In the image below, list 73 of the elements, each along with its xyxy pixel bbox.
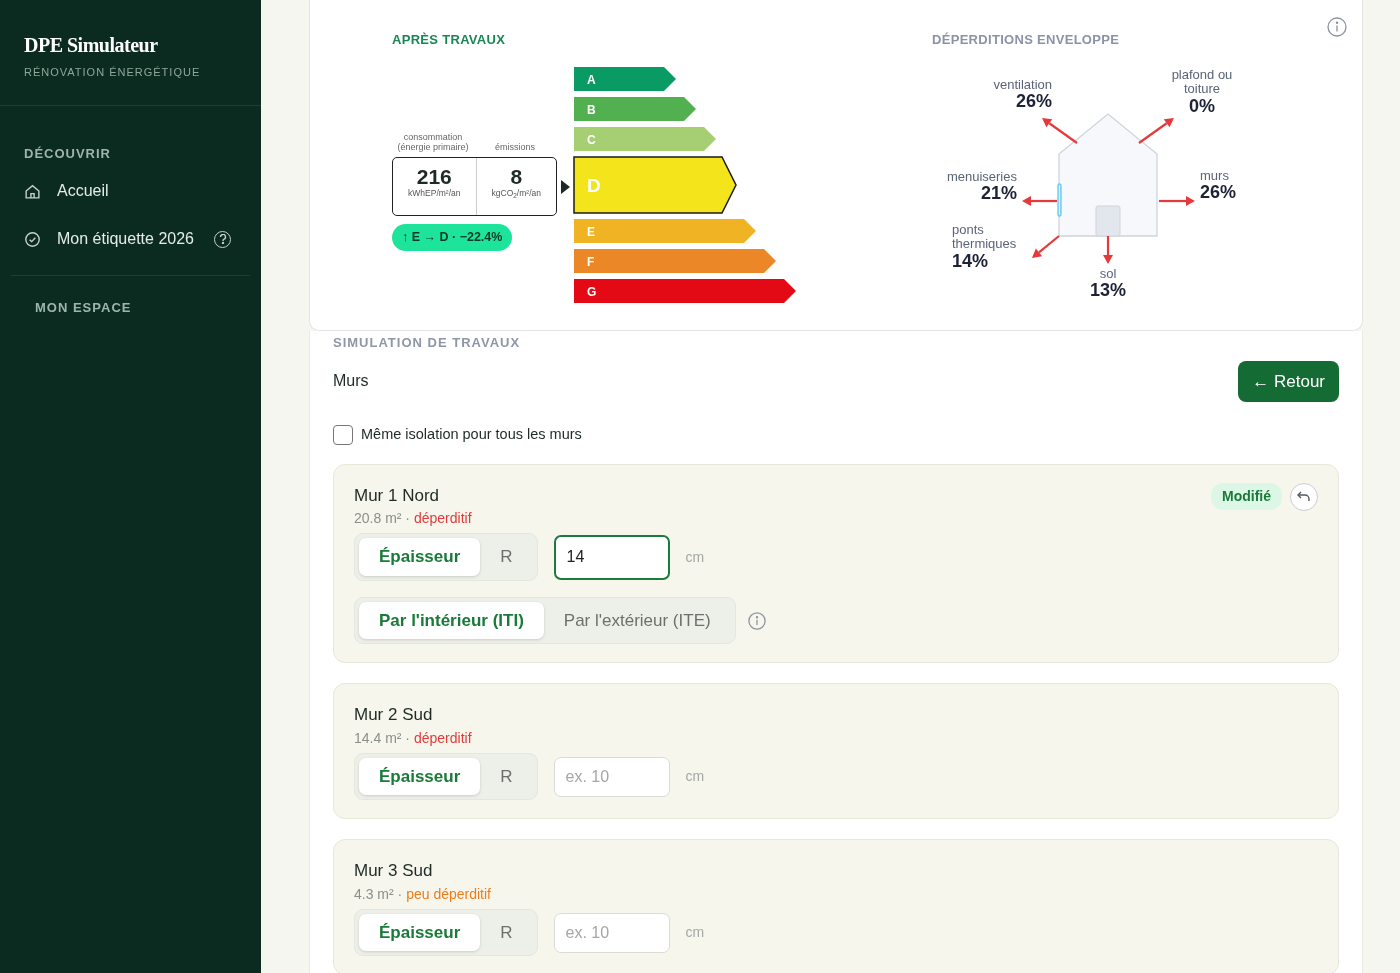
loss-percentage: 26% [1200, 183, 1237, 202]
metric-value: 8 [509, 166, 524, 188]
loss-label: sol [1098, 266, 1118, 282]
loss-arrow [1032, 234, 1060, 258]
loss-label: ponts thermiques [952, 222, 1018, 253]
section-heading: MON ESPACE [35, 299, 133, 317]
wall-details: 4.3 m² · peu déperditif [354, 884, 491, 904]
energy-class-bar: C [573, 125, 718, 152]
loss-percentage: 21% [979, 184, 1017, 203]
loss-percentage: 13% [1089, 281, 1127, 300]
back-button[interactable]: ← Retour [1238, 360, 1339, 402]
checkbox[interactable] [333, 424, 353, 445]
energy-class-bar: B [573, 95, 698, 122]
pointer-icon [561, 179, 570, 194]
unit-label: cm [685, 547, 705, 567]
change-badge: ↑ E → D · −22.4% [392, 224, 513, 251]
tagline: RÉNOVATION ÉNERGÉTIQUE [24, 65, 202, 80]
home-icon [24, 182, 41, 200]
energy-class-bar: G [573, 277, 798, 304]
section-heading: APRÈS TRAVAUX [392, 31, 507, 49]
brand-logo: DPE Simulateur [24, 33, 159, 58]
loss-label: ventilation [993, 77, 1052, 93]
wall-details: 14.4 m² · déperditif [354, 728, 472, 748]
thickness-field[interactable]: ex. 10 [553, 912, 670, 953]
unit-label: cm [685, 767, 705, 786]
energy-class-bar: D [573, 155, 738, 214]
thickness-field[interactable]: ex. 10 [553, 756, 670, 797]
section-heading: SIMULATION DE TRAVAUX [333, 334, 522, 352]
checkbox-label: Même isolation pour tous les murs [361, 425, 582, 444]
loss-label: murs [1200, 168, 1230, 184]
metric-unit: kWhEP/m²/an [407, 187, 462, 200]
section-heading: DÉCOUVRIR [24, 144, 112, 163]
undo-icon [1297, 490, 1311, 503]
wall-name: Mur 2 Sud [354, 704, 434, 727]
energy-class-bar: F [573, 247, 778, 274]
loss-label: menuiseries [946, 169, 1017, 185]
metric-label: consommation (énergie primaire) [396, 131, 470, 154]
mode-tab[interactable]: R [480, 538, 533, 576]
check-circle-icon [24, 230, 41, 248]
info-icon[interactable] [747, 611, 766, 630]
info-icon[interactable] [1327, 17, 1347, 37]
unit-label: cm [685, 923, 705, 942]
placement-tab[interactable]: Par l'intérieur (ITI) [359, 601, 544, 640]
loss-percentage: 0% [1188, 97, 1216, 116]
thickness-field[interactable]: 14 [553, 534, 670, 580]
mode-tab[interactable]: R [480, 757, 533, 796]
metric-value: 216 [415, 166, 453, 188]
wall-name: Mur 1 Nord [354, 484, 441, 507]
energy-class-bar: E [573, 217, 758, 244]
placement-tab[interactable]: Par l'extérieur (ITE) [543, 601, 731, 640]
metric-label: émissions [494, 142, 536, 154]
mode-tab[interactable]: Épaisseur [359, 757, 481, 796]
energy-class-bar: A [573, 65, 678, 92]
loss-label: plafond ou toiture [1170, 67, 1234, 98]
loss-percentage: 26% [1014, 92, 1052, 111]
loss-arrow [1042, 117, 1078, 144]
section-heading: DÉPERDITIONS ENVELOPPE [932, 31, 1121, 49]
loss-arrow [1159, 195, 1195, 206]
mode-tab[interactable]: R [480, 913, 533, 952]
undo-button[interactable] [1290, 482, 1318, 511]
loss-percentage: 14% [952, 252, 990, 271]
mode-tab[interactable]: Épaisseur [359, 913, 481, 952]
wall-name: Mur 3 Sud [354, 860, 434, 883]
wall-details: 20.8 m² · déperditif [354, 509, 472, 529]
loss-arrow [1138, 117, 1174, 144]
nav-link[interactable]: Accueil [57, 179, 109, 203]
loss-arrow [1022, 195, 1057, 206]
loss-arrow [1103, 235, 1113, 264]
section-title: Murs [333, 371, 369, 392]
metric-unit: kgCO$_{2}$/m²/an [490, 187, 542, 200]
mode-tab[interactable]: Épaisseur [359, 538, 481, 576]
status-badge: Modifié [1211, 482, 1282, 510]
nav-link[interactable]: Mon étiquette 2026 [57, 227, 194, 251]
